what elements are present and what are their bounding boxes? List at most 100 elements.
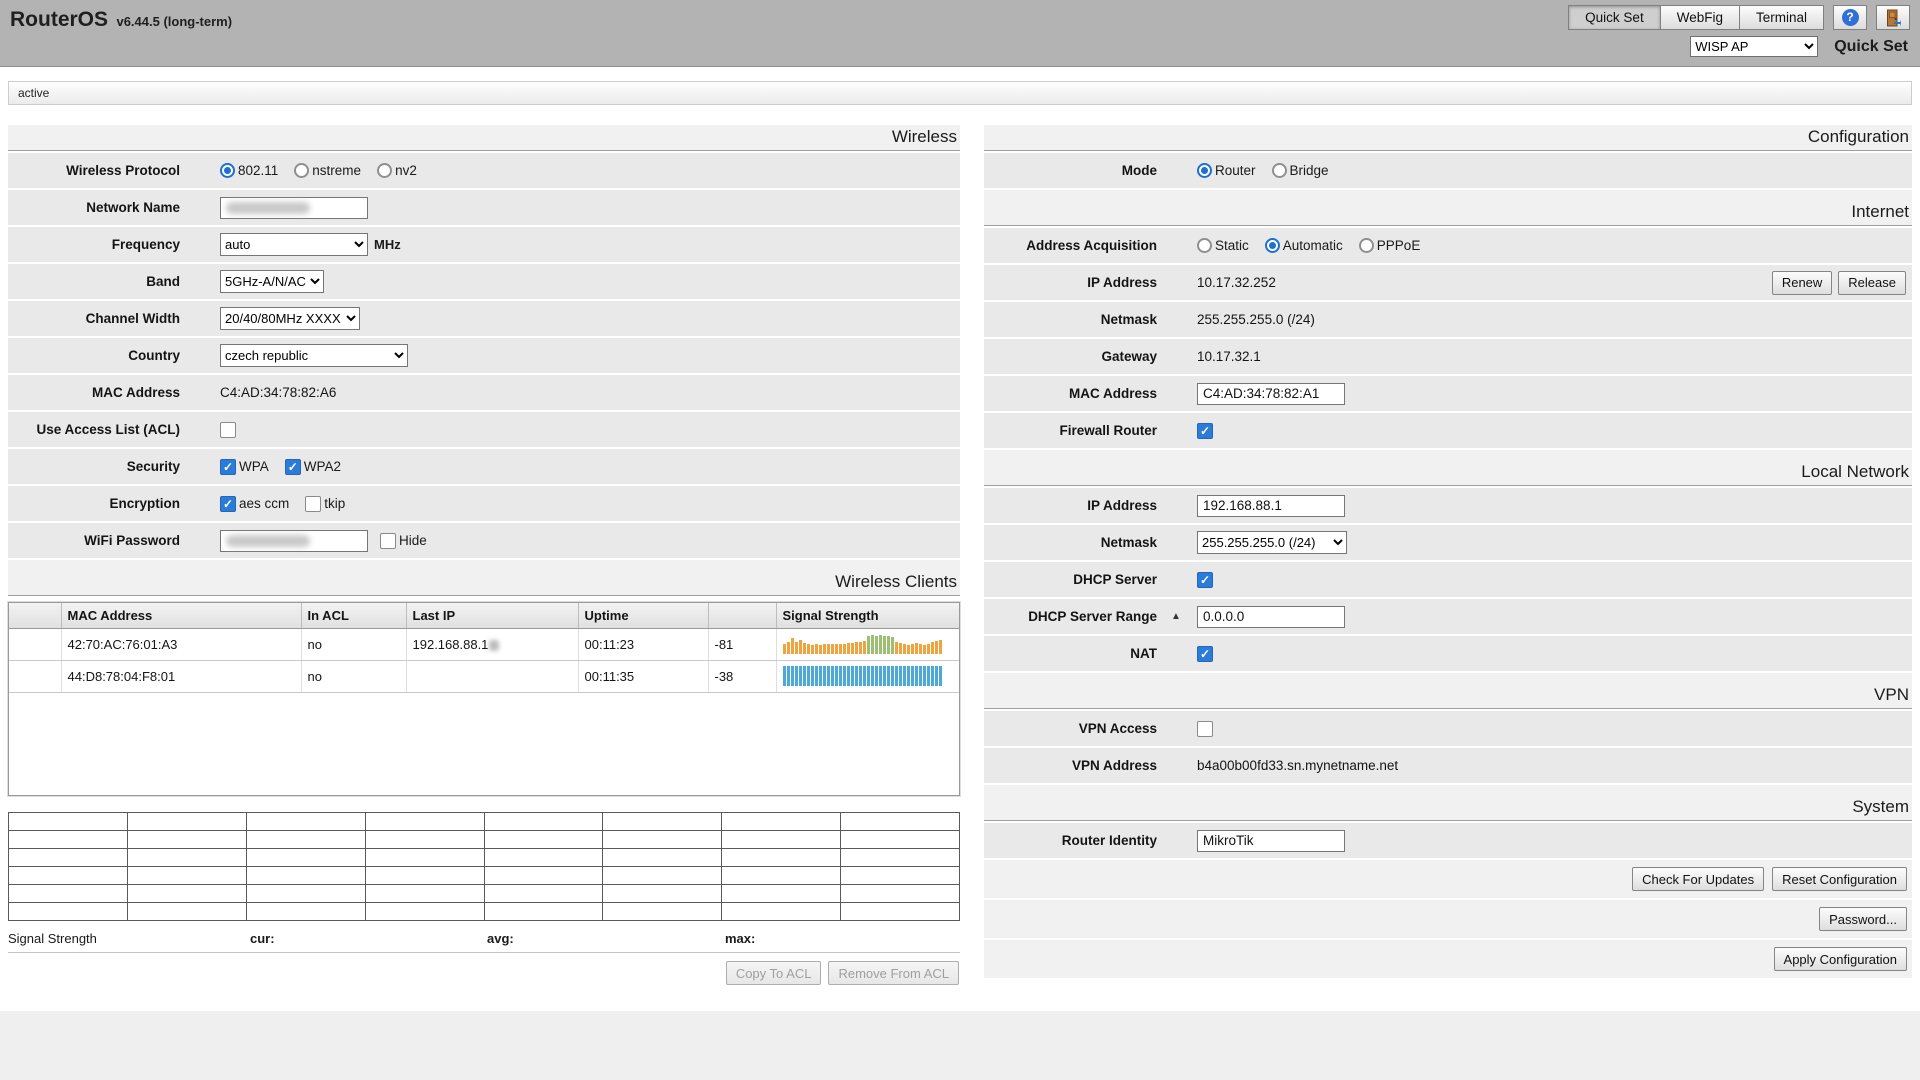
password-button[interactable]: Password... — [1819, 907, 1907, 931]
col-header-inacl[interactable]: In ACL — [301, 603, 406, 628]
copy-to-acl-button[interactable]: Copy To ACL — [726, 961, 822, 985]
wan-ip-value: 10.17.32.252 — [1197, 275, 1276, 290]
signal-avg-label: avg: — [487, 931, 725, 946]
password-row: Password... — [984, 900, 1912, 938]
lan-netmask-select[interactable]: 255.255.255.0 (/24) — [1197, 531, 1347, 554]
address-acquisition-row: Address Acquisition Static Automatic PPP… — [984, 228, 1912, 263]
country-label: Country — [8, 348, 220, 363]
wifi-password-row: WiFi Password Hide — [8, 523, 960, 558]
lan-ip-input[interactable] — [1197, 495, 1345, 517]
quickset-nav-button[interactable]: Quick Set — [1568, 5, 1661, 30]
col-header-select[interactable] — [9, 603, 61, 628]
mode-bridge-radio[interactable] — [1272, 163, 1287, 178]
use-acl-checkbox[interactable] — [220, 422, 236, 438]
wan-netmask-row: Netmask 255.255.255.0 (/24) — [984, 302, 1912, 337]
encryption-row: Encryption aes ccm tkip — [8, 486, 960, 521]
col-header-signal[interactable]: Signal Strength — [776, 603, 959, 628]
signal-cur-label: cur: — [250, 931, 487, 946]
internet-heading: Internet — [984, 190, 1912, 226]
client-mac: 42:70:AC:76:01:A3 — [61, 628, 301, 660]
address-acquisition-label: Address Acquisition — [984, 238, 1197, 253]
content: active Wireless Wireless Protocol 802.11… — [0, 67, 1920, 1011]
frequency-label: Frequency — [8, 237, 220, 252]
logout-button[interactable] — [1876, 5, 1910, 30]
firewall-router-checkbox[interactable] — [1197, 423, 1213, 439]
protocol-nstreme-radio[interactable] — [294, 163, 309, 178]
configuration-heading: Configuration — [984, 125, 1912, 151]
terminal-nav-button[interactable]: Terminal — [1740, 5, 1824, 30]
signal-footer: Signal Strength cur: avg: max: — [8, 921, 960, 952]
use-acl-label: Use Access List (ACL) — [8, 422, 220, 437]
status-bar: active — [8, 81, 1912, 105]
logout-door-icon — [1885, 9, 1901, 27]
gateway-row: Gateway 10.17.32.1 — [984, 339, 1912, 374]
client-row[interactable]: 42:70:AC:76:01:A3 no 192.168.88.1 00:11:… — [9, 628, 959, 660]
signal-strength-sparkline — [783, 666, 954, 686]
client-row[interactable]: 44:D8:78:04:F8:01 no 00:11:35 -38 — [9, 660, 959, 692]
frequency-row: Frequency auto MHz — [8, 227, 960, 262]
page-title: Quick Set — [1834, 38, 1908, 56]
check-for-updates-button[interactable]: Check For Updates — [1632, 867, 1764, 891]
acq-pppoe-radio[interactable] — [1359, 238, 1374, 253]
col-header-signal-db[interactable] — [708, 603, 776, 628]
network-name-input[interactable] — [220, 197, 368, 219]
wifi-password-input[interactable] — [220, 530, 368, 552]
firewall-router-label: Firewall Router — [984, 423, 1197, 438]
dhcp-range-input[interactable] — [1197, 606, 1345, 628]
dhcp-server-label: DHCP Server — [984, 572, 1197, 587]
client-inacl: no — [301, 628, 406, 660]
wpa2-checkbox[interactable] — [285, 459, 301, 475]
client-signal-db: -81 — [708, 628, 776, 660]
wireless-clients-heading: Wireless Clients — [8, 560, 960, 596]
vpn-access-checkbox[interactable] — [1197, 721, 1213, 737]
band-row: Band 5GHz-A/N/AC — [8, 264, 960, 299]
channel-width-select[interactable]: 20/40/80MHz XXXX — [220, 307, 360, 330]
acq-automatic-radio[interactable] — [1265, 238, 1280, 253]
encryption-label: Encryption — [8, 496, 220, 511]
col-header-mac[interactable]: MAC Address — [61, 603, 301, 628]
collapse-triangle-icon[interactable]: ▲ — [1171, 611, 1197, 622]
vpn-access-row: VPN Access — [984, 711, 1912, 746]
clients-header-row: MAC Address In ACL Last IP Uptime Signal… — [9, 603, 959, 628]
signal-history-grid — [8, 812, 960, 921]
tkip-checkbox[interactable] — [305, 496, 321, 512]
country-select[interactable]: czech republic — [220, 344, 408, 367]
col-header-uptime[interactable]: Uptime — [578, 603, 708, 628]
wireless-protocol-label: Wireless Protocol — [8, 163, 220, 178]
dhcp-range-row: DHCP Server Range ▲ — [984, 599, 1912, 634]
frequency-select[interactable]: auto — [220, 233, 368, 256]
wan-netmask-label: Netmask — [984, 312, 1197, 327]
hide-password-checkbox[interactable] — [380, 533, 396, 549]
col-header-lastip[interactable]: Last IP — [406, 603, 578, 628]
wpa-checkbox[interactable] — [220, 459, 236, 475]
apply-configuration-button[interactable]: Apply Configuration — [1774, 947, 1907, 971]
quickset-profile-select[interactable]: WISP AP — [1690, 36, 1818, 57]
lan-netmask-label: Netmask — [984, 535, 1197, 550]
router-identity-input[interactable] — [1197, 830, 1345, 852]
help-button[interactable]: ? — [1833, 5, 1867, 30]
aes-ccm-checkbox[interactable] — [220, 496, 236, 512]
vpn-address-label: VPN Address — [984, 758, 1197, 773]
remove-from-acl-button[interactable]: Remove From ACL — [828, 961, 959, 985]
dhcp-server-checkbox[interactable] — [1197, 572, 1213, 588]
band-select[interactable]: 5GHz-A/N/AC — [220, 270, 324, 293]
release-button[interactable]: Release — [1838, 271, 1906, 295]
wan-mac-row: MAC Address — [984, 376, 1912, 411]
protocol-nv2-radio[interactable] — [377, 163, 392, 178]
webfig-nav-button[interactable]: WebFig — [1661, 5, 1740, 30]
reset-configuration-button[interactable]: Reset Configuration — [1772, 867, 1907, 891]
lan-netmask-row: Netmask 255.255.255.0 (/24) — [984, 525, 1912, 560]
acq-static-option-label: Static — [1215, 238, 1249, 253]
renew-button[interactable]: Renew — [1772, 271, 1832, 295]
redacted-value — [226, 202, 310, 214]
help-icon: ? — [1842, 9, 1859, 26]
nat-label: NAT — [984, 646, 1197, 661]
mode-router-radio[interactable] — [1197, 163, 1212, 178]
protocol-80211-radio[interactable] — [220, 163, 235, 178]
acq-static-radio[interactable] — [1197, 238, 1212, 253]
wan-mac-input[interactable] — [1197, 383, 1345, 405]
client-inacl: no — [301, 660, 406, 692]
wan-ip-row: IP Address 10.17.32.252 Renew Release — [984, 265, 1912, 300]
configuration-panel: Configuration Mode Router Bridge Interne… — [984, 125, 1912, 980]
nat-checkbox[interactable] — [1197, 646, 1213, 662]
